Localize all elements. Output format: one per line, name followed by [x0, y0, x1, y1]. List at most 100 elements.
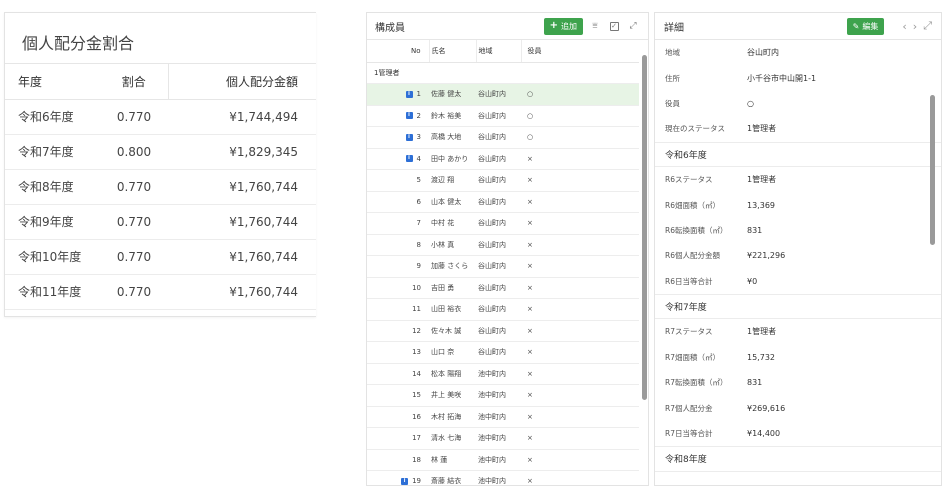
member-role: ○	[521, 83, 639, 106]
share-row[interactable]: 令和11年度 0.770 ¥1,760,744	[5, 274, 316, 310]
share-year: 令和9年度	[5, 204, 100, 240]
detail-row: R7日当等合計 ¥14,400	[655, 421, 941, 446]
share-row[interactable]: 令和8年度 0.770 ¥1,760,744	[5, 169, 316, 205]
expand-icon[interactable]: ⤢	[923, 19, 932, 33]
share-year: 令和7年度	[5, 134, 100, 170]
share-row[interactable]: 令和9年度 0.770 ¥1,760,744	[5, 204, 316, 240]
member-row[interactable]: 8 小林 真谷山町内 ×	[367, 234, 639, 256]
member-no-cell: i4	[367, 148, 429, 170]
column-ratio[interactable]: 割合	[100, 64, 169, 100]
chevron-right-icon[interactable]: ›	[913, 20, 917, 33]
group-row[interactable]: 1管理者	[367, 62, 639, 84]
checkbox-icon[interactable]: ✓	[607, 21, 621, 31]
share-row[interactable]: 令和10年度 0.770 ¥1,760,744	[5, 239, 316, 275]
column-year[interactable]: 年度	[5, 64, 100, 100]
detail-title: 詳細	[664, 22, 684, 34]
member-row[interactable]: i 2 鈴木 裕美 谷山町内 ○	[367, 105, 639, 127]
member-no: 10	[412, 283, 421, 292]
member-row[interactable]: 17 清水 七海 池中町内 ×	[367, 427, 639, 450]
member-role: ×	[521, 169, 639, 192]
detail-row: R6畑面積（㎡） 13,369	[655, 192, 941, 217]
chevron-left-icon[interactable]: ‹	[902, 20, 906, 33]
member-row[interactable]: 15 井上 美咲 池中町内 ×	[367, 384, 639, 407]
plus-icon: +	[549, 20, 558, 31]
edit-label: 編集	[862, 21, 879, 31]
member-area: 池中町内	[476, 363, 521, 385]
member-no: 5	[416, 176, 421, 185]
share-amount: ¥1,760,744	[168, 239, 316, 275]
member-row[interactable]: 16 木村 拓海 池中町内 ×	[367, 406, 639, 428]
member-no-cell: 8	[367, 234, 429, 256]
member-row[interactable]: i 3 高橋 大地 谷山町内 ○	[367, 126, 639, 149]
member-row[interactable]: i 4 田中 あかり 谷山町内 ×	[367, 148, 639, 170]
member-area: 池中町内	[476, 384, 521, 407]
member-row[interactable]: 12 佐々木 誠谷山町内 ×	[367, 320, 639, 342]
member-area: 谷山町内	[476, 320, 521, 342]
detail-panel: 詳細 ✎ 編集 ‹ › ⤢ 地域 谷山町内 住所 小千谷市中山開1-1 役員 ○ 現在のステ…	[654, 12, 942, 486]
edit-button[interactable]: ✎ 編集	[846, 17, 885, 35]
year-section-title: 令和7年度	[655, 293, 941, 320]
group-label: 1管理者	[367, 62, 639, 84]
member-row[interactable]: i 19 斎藤 結衣 池中町内 ×	[367, 470, 639, 485]
detail-row: R7転換面積（㎡） 831	[655, 370, 941, 395]
member-row[interactable]: 7 中村 花谷山町内 ×	[367, 212, 639, 235]
detail-value: 831	[747, 225, 763, 235]
member-row[interactable]: 5 渡辺 翔谷山町内 ×	[367, 169, 639, 192]
detail-value: 1管理者	[747, 124, 777, 134]
detail-key: R7個人配分金	[665, 403, 713, 413]
member-role: ×	[521, 191, 639, 213]
detail-key: R7ステータス	[665, 327, 713, 337]
detail-value: ¥269,616	[747, 403, 786, 413]
info-icon: i	[405, 90, 413, 98]
column-area[interactable]: 地域	[476, 40, 522, 63]
detail-key: 住所	[665, 73, 680, 83]
share-row[interactable]: 令和7年度 0.800 ¥1,829,345	[5, 134, 316, 170]
share-ratio-title: 個人配分金割合	[5, 13, 316, 64]
detail-key: R6個人配分金額	[665, 251, 720, 261]
column-name[interactable]: 氏名	[429, 40, 477, 63]
member-row[interactable]: 10 吉田 勇谷山町内 ×	[367, 277, 639, 299]
member-name: 清水 七海	[429, 427, 476, 450]
member-no: 7	[416, 219, 421, 228]
column-no[interactable]: No	[367, 40, 430, 63]
detail-value: ○	[747, 98, 754, 108]
member-area: 谷山町内	[476, 126, 521, 149]
year-section-title: 令和8年度	[655, 446, 941, 472]
member-row[interactable]: 11 山田 裕衣 谷山町内 ×	[367, 298, 639, 321]
members-scrollbar[interactable]	[642, 55, 647, 400]
member-no: 3	[416, 133, 421, 142]
detail-value: ¥221,296	[747, 251, 786, 261]
member-row[interactable]: i 1 佐藤 健太 谷山町内 ○	[367, 83, 639, 106]
member-row[interactable]: 18 林 蓮池中町内 ×	[367, 449, 639, 471]
member-role: ○	[521, 126, 639, 149]
add-member-button[interactable]: + 追加	[543, 17, 583, 35]
member-row[interactable]: 14 松本 陽翔 池中町内 ×	[367, 363, 639, 385]
share-year: 令和10年度	[5, 239, 100, 275]
detail-row: R6転換面積（㎡） 831	[655, 218, 941, 243]
detail-key: R6日当等合計	[665, 276, 713, 286]
info-icon: i	[405, 155, 413, 163]
member-no-cell: 6	[367, 191, 429, 213]
members-title: 構成員	[375, 22, 405, 34]
member-row[interactable]: 9 加藤 さくら 谷山町内 ×	[367, 255, 639, 278]
filter-icon[interactable]: ⩸	[588, 21, 602, 31]
member-role: ×	[521, 255, 639, 278]
member-row[interactable]: 6 山本 健太 谷山町内 ×	[367, 191, 639, 213]
member-no-cell: 5	[367, 169, 429, 192]
detail-row: R6個人配分金額 ¥221,296	[655, 243, 941, 268]
member-name: 中村 花	[429, 212, 476, 235]
column-amount[interactable]: 個人配分金額	[168, 64, 316, 100]
members-header: 構成員 + 追加 ⩸ ✓ ⤢	[367, 13, 648, 40]
member-role: ×	[521, 341, 639, 364]
share-row[interactable]: 令和6年度 0.770 ¥1,744,494	[5, 99, 316, 135]
expand-icon[interactable]: ⤢	[626, 21, 640, 31]
detail-scrollbar[interactable]	[930, 95, 935, 245]
detail-key: R6ステータス	[665, 175, 713, 185]
member-area: 谷山町内	[476, 234, 521, 256]
member-role: ×	[521, 449, 639, 471]
member-area: 谷山町内	[476, 169, 521, 192]
column-role[interactable]: 役員	[521, 40, 639, 63]
member-row[interactable]: 13 山口 奈谷山町内 ×	[367, 341, 639, 364]
share-ratio: 0.770	[100, 169, 168, 205]
member-no: 11	[412, 305, 421, 314]
